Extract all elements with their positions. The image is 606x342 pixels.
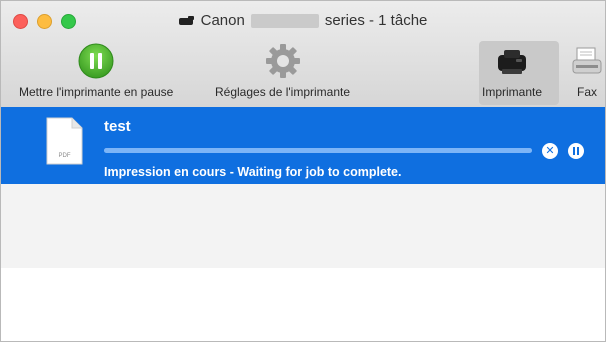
empty-job-row xyxy=(1,184,605,268)
printer-tab[interactable]: Imprimante xyxy=(482,41,542,99)
redacted-model-name xyxy=(250,13,319,28)
job-progress-fill xyxy=(104,148,532,153)
close-icon: ✕ xyxy=(545,144,555,157)
pause-icon xyxy=(573,147,579,155)
pause-printer-button[interactable]: Mettre l'imprimante en pause xyxy=(19,41,173,99)
printer-icon xyxy=(498,50,527,74)
cancel-job-button[interactable]: ✕ xyxy=(542,143,558,159)
pause-printer-label: Mettre l'imprimante en pause xyxy=(19,85,174,99)
window-title: Canon series - 1 tâche xyxy=(1,12,605,29)
gear-icon xyxy=(265,44,300,78)
print-queue-window: Canon series - 1 tâche Mettre l'impriman… xyxy=(0,0,606,342)
job-progress-bar xyxy=(104,148,532,153)
printer-settings-label: Réglages de l'imprimante xyxy=(215,85,351,99)
job-status-text: Impression en cours - Waiting for job to… xyxy=(104,165,402,179)
job-row[interactable]: PDF test ✕ Impression en cours - Waiting… xyxy=(1,107,605,184)
printer-icon xyxy=(178,15,194,25)
fax-icon xyxy=(572,47,602,74)
pause-job-button[interactable] xyxy=(568,143,584,159)
window-title-suffix: series - 1 tâche xyxy=(324,12,428,29)
fax-tab[interactable]: Fax xyxy=(567,41,605,99)
job-name: test xyxy=(104,118,131,135)
toolbar: Canon series - 1 tâche Mettre l'impriman… xyxy=(1,1,605,108)
file-type-label: PDF xyxy=(59,153,71,159)
printer-tab-label: Imprimante xyxy=(482,85,543,99)
window-title-prefix: Canon xyxy=(200,12,245,29)
pause-icon xyxy=(78,43,114,79)
fax-tab-label: Fax xyxy=(576,85,597,99)
pdf-document-icon: PDF xyxy=(46,117,83,165)
printer-settings-button[interactable]: Réglages de l'imprimante xyxy=(215,41,350,99)
